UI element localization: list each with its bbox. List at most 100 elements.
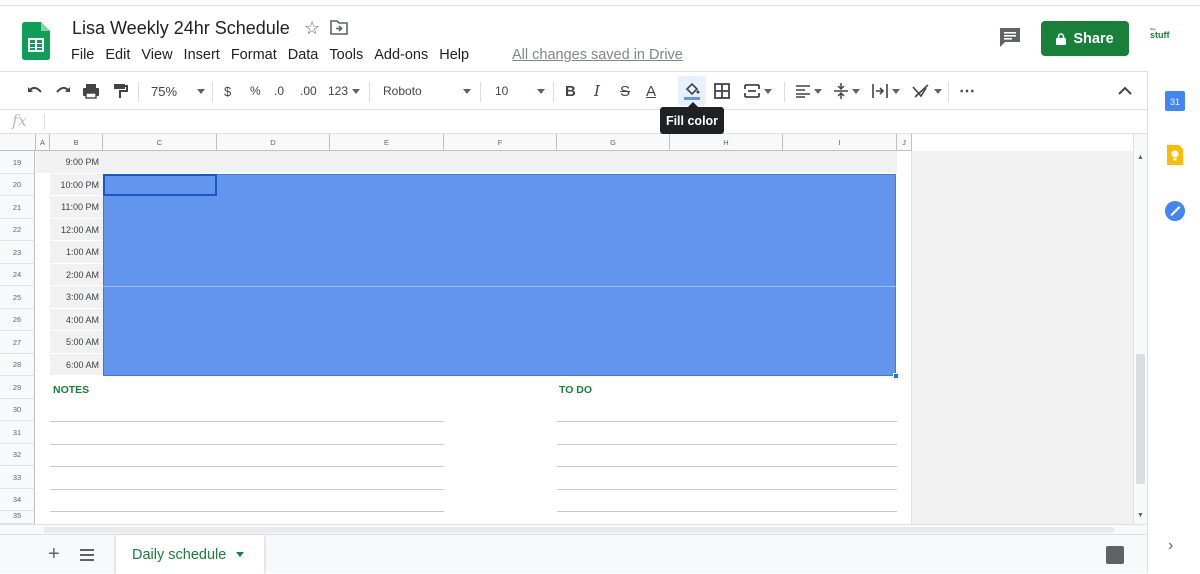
menu-addons[interactable]: Add-ons <box>369 47 433 63</box>
row-header[interactable]: 28 <box>0 354 35 376</box>
increase-decimal-button[interactable]: .00 <box>300 81 317 101</box>
row-header[interactable]: 21 <box>0 196 35 219</box>
time-cell[interactable]: 2:00 AM <box>50 270 99 280</box>
time-cell[interactable]: 3:00 AM <box>50 292 99 302</box>
row-header[interactable]: 27 <box>0 331 35 354</box>
horizontal-align-button[interactable] <box>796 81 822 101</box>
column-header-a[interactable]: A <box>36 134 50 151</box>
sheet-tab-daily-schedule[interactable]: Daily schedule <box>116 535 264 574</box>
row-header[interactable]: 34 <box>0 489 35 511</box>
menu-data[interactable]: Data <box>283 47 324 63</box>
row-header[interactable]: 35 <box>0 511 35 524</box>
menu-view[interactable]: View <box>136 47 177 63</box>
row-header[interactable]: 19 <box>0 151 35 174</box>
column-header-c[interactable]: C <box>103 134 217 151</box>
row-header[interactable]: 24 <box>0 264 35 286</box>
menu-help[interactable]: Help <box>434 47 474 63</box>
redo-icon[interactable] <box>54 81 72 101</box>
row-header[interactable]: 25 <box>0 286 35 309</box>
row-header[interactable]: 33 <box>0 466 35 489</box>
keep-icon[interactable] <box>1165 145 1185 165</box>
decrease-decimal-button[interactable]: .0 <box>274 81 284 101</box>
active-cell[interactable] <box>103 174 217 196</box>
currency-format-button[interactable]: $ <box>224 81 231 101</box>
selected-range[interactable] <box>103 174 896 376</box>
font-family-select[interactable]: Roboto <box>383 81 471 101</box>
font-size-select[interactable]: 10 <box>495 81 545 101</box>
row-header[interactable]: 31 <box>0 421 35 444</box>
increase-decimal-label: .00 <box>300 84 317 98</box>
scroll-down-icon[interactable]: ▼ <box>1137 512 1144 519</box>
scroll-up-icon[interactable]: ▲ <box>1137 154 1144 161</box>
text-rotation-button[interactable] <box>912 81 942 101</box>
move-to-folder-icon[interactable] <box>330 19 348 35</box>
time-cell[interactable]: 5:00 AM <box>50 337 99 347</box>
all-sheets-icon[interactable] <box>80 549 94 561</box>
time-cell[interactable]: 4:00 AM <box>50 315 99 325</box>
menu-insert[interactable]: Insert <box>179 47 225 63</box>
add-sheet-icon[interactable]: + <box>48 543 60 566</box>
star-icon[interactable]: ☆ <box>304 18 320 39</box>
horizontal-scrollbar[interactable] <box>0 524 1147 534</box>
time-cell[interactable]: 12:00 AM <box>50 225 99 235</box>
time-cell[interactable]: 1:00 AM <box>50 247 99 257</box>
select-all-corner[interactable] <box>0 134 36 151</box>
more-options-button[interactable]: ⋯ <box>959 81 975 101</box>
undo-icon[interactable] <box>26 81 44 101</box>
time-cell[interactable]: 6:00 AM <box>50 360 99 370</box>
column-header-d[interactable]: D <box>217 134 330 151</box>
time-cell[interactable]: 9:00 PM <box>50 157 99 167</box>
menu-file[interactable]: File <box>66 47 99 63</box>
row-header[interactable]: 23 <box>0 241 35 264</box>
sheets-logo-icon[interactable] <box>22 22 50 60</box>
column-header-g[interactable]: G <box>557 134 670 151</box>
vertical-align-button[interactable] <box>834 81 860 101</box>
paint-format-icon[interactable] <box>112 81 128 101</box>
column-header-j[interactable]: J <box>897 134 912 151</box>
menu-tools[interactable]: Tools <box>324 47 368 63</box>
italic-button[interactable]: I <box>594 81 600 101</box>
row-header[interactable]: 26 <box>0 309 35 331</box>
column-header-b[interactable]: B <box>50 134 103 151</box>
percent-format-button[interactable]: % <box>250 81 261 101</box>
row-header[interactable]: 29 <box>0 376 35 399</box>
notes-heading[interactable]: NOTES <box>53 384 89 396</box>
formula-input[interactable] <box>50 110 1140 133</box>
time-cell[interactable]: 10:00 PM <box>50 180 99 190</box>
zoom-select[interactable]: 75% <box>151 81 205 101</box>
menu-format[interactable]: Format <box>226 47 282 63</box>
todo-heading[interactable]: TO DO <box>559 384 592 396</box>
calendar-icon[interactable]: 31 <box>1165 91 1185 111</box>
collapse-menus-icon[interactable] <box>1118 81 1132 101</box>
row-header[interactable]: 22 <box>0 219 35 241</box>
column-header-i[interactable]: I <box>783 134 897 151</box>
row-header[interactable]: 20 <box>0 174 35 196</box>
row-header[interactable]: 32 <box>0 444 35 466</box>
merge-cells-button[interactable] <box>744 81 772 101</box>
column-header-f[interactable]: F <box>444 134 557 151</box>
time-cell[interactable]: 11:00 PM <box>50 202 99 212</box>
document-title[interactable]: Lisa Weekly 24hr Schedule <box>72 18 290 39</box>
save-status-link[interactable]: All changes saved in Drive <box>512 47 683 63</box>
vertical-scrollbar[interactable]: ▲ ▼ <box>1133 134 1147 524</box>
column-header-h[interactable]: H <box>670 134 783 151</box>
menu-edit[interactable]: Edit <box>100 47 135 63</box>
share-button[interactable]: Share <box>1041 21 1129 56</box>
account-brand-logo[interactable]: lazy stuff <box>1150 28 1184 56</box>
vertical-scroll-thumb[interactable] <box>1136 354 1145 484</box>
fill-handle[interactable] <box>893 373 899 379</box>
tasks-icon[interactable] <box>1165 201 1185 221</box>
borders-icon[interactable] <box>714 81 730 101</box>
column-header-e[interactable]: E <box>330 134 444 151</box>
strikethrough-button[interactable]: S <box>620 81 630 101</box>
show-side-panel-icon[interactable]: › <box>1168 537 1173 555</box>
text-wrapping-button[interactable] <box>872 81 900 101</box>
horizontal-scroll-thumb[interactable] <box>44 527 1114 533</box>
more-formats-button[interactable]: 123 <box>328 81 361 101</box>
comment-history-icon[interactable] <box>998 26 1022 48</box>
row-header[interactable]: 30 <box>0 399 35 421</box>
print-icon[interactable] <box>82 81 100 101</box>
bold-button[interactable]: B <box>565 81 576 101</box>
text-color-button[interactable]: A <box>646 81 656 101</box>
explore-icon[interactable] <box>1106 546 1124 564</box>
